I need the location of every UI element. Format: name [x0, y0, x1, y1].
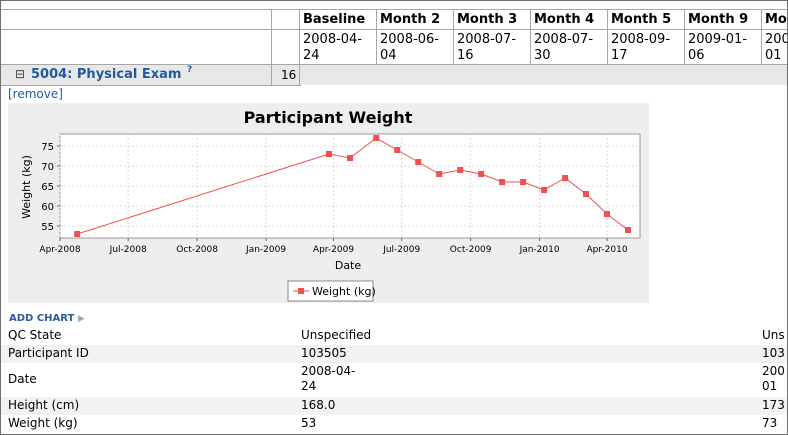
data-point — [541, 187, 548, 193]
property-value: 53 — [301, 416, 317, 430]
grid-line — [684, 9, 685, 65]
y-tick-label: 65 — [41, 182, 54, 193]
data-point — [326, 151, 332, 157]
y-tick-label: 70 — [41, 162, 54, 173]
collapse-icon[interactable]: ⊟ — [15, 67, 25, 81]
property-value: 2008-04- 24 — [301, 364, 356, 393]
legend-marker — [298, 288, 304, 294]
x-axis-label: Date — [335, 259, 362, 272]
dataset-title-link[interactable]: 5004: Physical Exam — [31, 67, 181, 82]
y-tick-label: 60 — [41, 202, 54, 213]
participant-page: Baseline Month 2 Month 3 Month 4 Month 5… — [0, 0, 788, 435]
data-point — [499, 179, 506, 185]
visit-label: Month 2 — [380, 12, 441, 27]
property-row: Date 2008-04- 24 200 01 — [1, 363, 787, 397]
visit-label: Month 4 — [534, 12, 595, 27]
data-point — [604, 211, 610, 217]
dataset-count: 16 — [281, 68, 297, 82]
property-value: Unspecified — [301, 328, 372, 342]
property-value: 73 — [762, 416, 778, 430]
property-row: Participant ID 103505 103 — [1, 345, 787, 363]
data-point — [74, 231, 81, 237]
grid-line — [607, 9, 608, 65]
x-tick-label: Apr-2009 — [313, 245, 354, 255]
x-tick-label: Oct-2008 — [176, 245, 218, 255]
grid-line — [1, 29, 787, 30]
y-axis: 55 60 65 70 75 — [41, 142, 60, 233]
visit-date: 2008-04- 24 — [303, 32, 363, 63]
y-tick-label: 55 — [41, 222, 54, 233]
add-chart-link[interactable]: ADD CHART ▶ — [9, 313, 85, 324]
data-point — [394, 147, 401, 153]
data-point — [583, 191, 589, 197]
property-value: 200 01 — [762, 364, 785, 393]
visit-label: Month 9 — [688, 12, 749, 27]
chevron-right-icon: ▶ — [77, 314, 85, 324]
visit-date: 2008-07- 16 — [457, 32, 517, 63]
visit-date: 2008-06- 04 — [380, 32, 440, 63]
x-tick-label: Jan-2010 — [519, 245, 560, 255]
visit-label: Month 5 — [611, 12, 672, 27]
data-point — [478, 171, 485, 177]
x-tick-label: Oct-2009 — [450, 245, 492, 255]
data-point — [457, 167, 464, 173]
property-value: 168.0 — [301, 398, 336, 412]
data-point — [373, 135, 380, 141]
grid-line — [271, 65, 272, 85]
y-axis-label: Weight (kg) — [20, 155, 33, 219]
legend-label: Weight (kg) — [312, 285, 376, 298]
participant-weight-chart: Participant Weight 55 60 65 70 75 Apr-2008 Ju… — [8, 103, 649, 303]
property-label: QC State — [8, 328, 62, 342]
data-point — [415, 159, 422, 165]
remove-link[interactable]: [remove] — [8, 87, 63, 101]
property-value: 103 — [762, 346, 785, 360]
data-point — [347, 155, 353, 161]
data-point — [625, 227, 631, 233]
property-row: Height (cm) 168.0 173 — [1, 397, 787, 415]
help-icon[interactable]: ? — [187, 65, 192, 75]
data-point — [520, 179, 527, 185]
grid-line — [299, 65, 300, 85]
visit-label: Baseline — [303, 12, 366, 27]
x-tick-label: Apr-2010 — [586, 245, 627, 255]
grid-line — [1, 85, 301, 86]
data-point — [436, 171, 443, 177]
x-tick-label: Jan-2009 — [245, 245, 286, 255]
grid-line — [1, 9, 787, 10]
visit-date: 2008-09- 17 — [611, 32, 671, 63]
x-tick-label: Jul-2009 — [382, 245, 420, 255]
y-tick-label: 75 — [41, 142, 54, 153]
data-point — [562, 175, 569, 181]
property-label: Height (cm) — [8, 398, 80, 412]
property-label: Weight (kg) — [8, 416, 78, 430]
x-axis: Apr-2008 Jul-2008 Oct-2008 Jan-2009 Apr-2009… — [39, 238, 628, 255]
grid-line — [376, 9, 377, 65]
visit-label: Month 3 — [457, 12, 518, 27]
property-value: Uns — [762, 328, 785, 342]
property-label: Participant ID — [8, 346, 89, 360]
property-value: 173 — [762, 398, 785, 412]
visit-date: 2008-07- 30 — [534, 32, 594, 63]
x-tick-label: Jul-2008 — [109, 245, 147, 255]
property-row: QC State Unspecified Uns — [1, 327, 787, 345]
grid-line — [453, 9, 454, 65]
grid-line — [761, 9, 762, 65]
add-chart-label: ADD CHART — [9, 313, 75, 324]
chart-svg: Participant Weight 55 60 65 70 75 Apr-2008 Ju… — [20, 108, 641, 302]
property-label: Date — [8, 372, 37, 386]
visit-date: 2009-01- 06 — [688, 32, 748, 63]
x-tick-label: Apr-2008 — [39, 245, 80, 255]
visit-label: Mor — [765, 12, 787, 27]
property-row: Weight (kg) 53 73 — [1, 415, 787, 433]
chart-title: Participant Weight — [244, 108, 413, 127]
grid-line — [530, 9, 531, 65]
property-value: 103505 — [301, 346, 347, 360]
visit-date: 200 01 — [765, 32, 788, 63]
